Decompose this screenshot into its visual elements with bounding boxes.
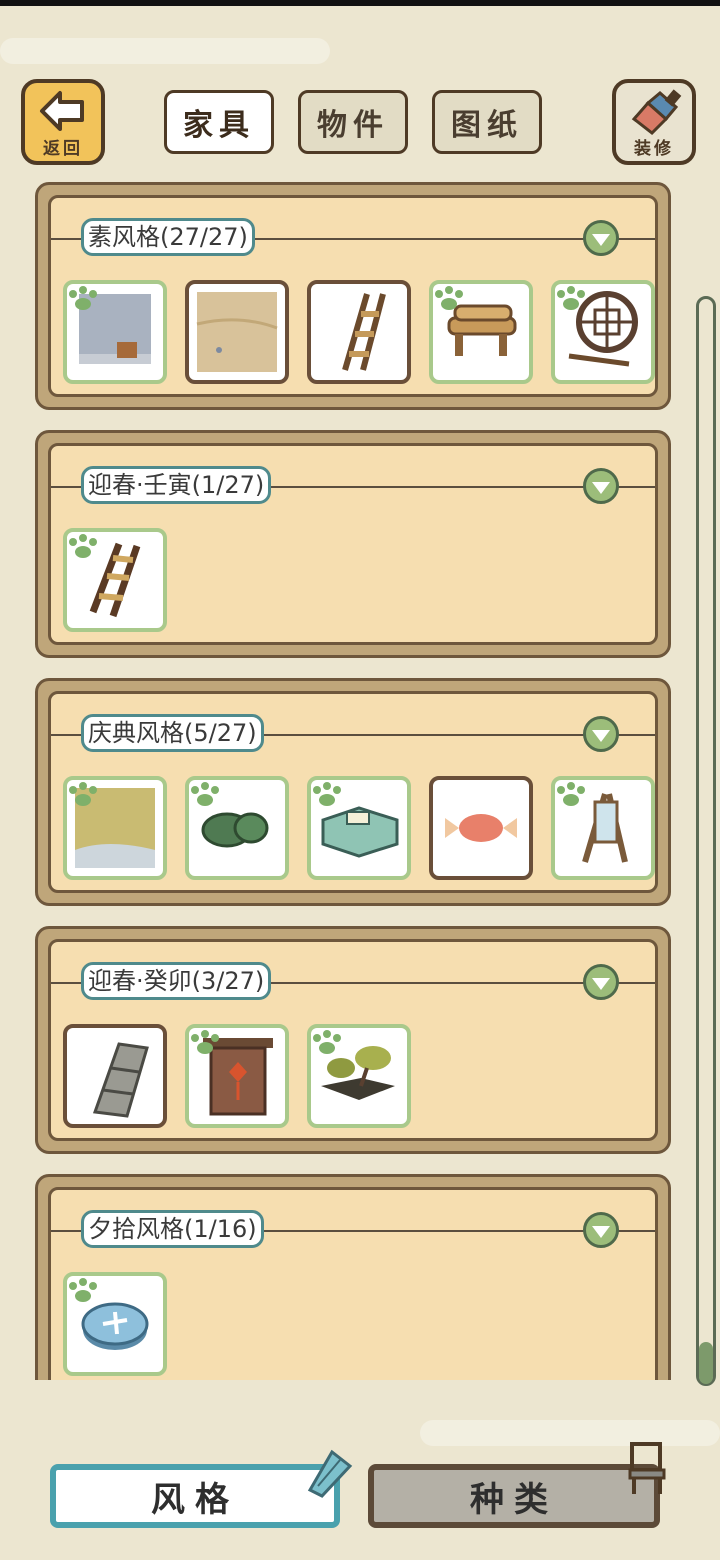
furniture-item[interactable] [185,776,289,880]
collapse-toggle-icon[interactable] [583,1212,619,1248]
furniture-item[interactable] [63,1024,167,1128]
back-label: 返回 [43,139,83,159]
category-title: 庆典风格(5/27) [81,714,264,752]
category-title: 素风格(27/27) [81,218,255,256]
paw-icon [435,286,463,310]
decorate-button[interactable]: 装修 [612,79,696,165]
category-list[interactable]: 素风格(27/27) 迎春·壬寅(1/27) 庆典风格(5/27) 迎春·癸卯(… [0,180,720,1380]
paw-icon [313,1030,341,1054]
collapse-toggle-icon[interactable] [583,468,619,504]
decorate-label: 装修 [634,139,674,159]
chair-icon [628,1442,666,1494]
paw-icon [69,1278,97,1302]
category-panel: 夕拾风格(1/16) [35,1174,671,1380]
category-panel: 迎春·癸卯(3/27) [35,926,671,1154]
paw-icon [313,782,341,806]
category-panel: 素风格(27/27) [35,182,671,410]
scrollbar-thumb[interactable] [699,1342,713,1384]
paw-icon [69,286,97,310]
paint-brush-icon [631,89,682,135]
furniture-item[interactable] [429,280,533,384]
bg-streak [420,1420,720,1446]
furniture-item[interactable] [551,776,655,880]
category-panel: 庆典风格(5/27) [35,678,671,906]
candy-item-icon [445,814,517,842]
scrollbar-track[interactable] [696,296,716,1386]
furniture-item[interactable] [307,1024,411,1128]
paw-icon [69,782,97,806]
stone-stairs-item-icon [92,1042,149,1118]
style-button[interactable]: 风格 [50,1464,340,1528]
furniture-item[interactable] [63,528,167,632]
bg-streak [0,38,330,64]
category-panel: 迎春·壬寅(1/27) [35,430,671,658]
back-button[interactable]: 返回 [21,79,105,165]
paw-icon [69,534,97,558]
collapse-toggle-icon[interactable] [583,964,619,1000]
furniture-item[interactable] [63,280,167,384]
furniture-item[interactable] [63,1272,167,1376]
furniture-item[interactable] [63,776,167,880]
floor-item-icon [196,292,278,372]
kind-button[interactable]: 种类 [368,1464,660,1528]
style-label: 风格 [151,1479,239,1520]
shell-icon [307,1449,353,1498]
furniture-item[interactable] [307,776,411,880]
collapse-toggle-icon[interactable] [583,716,619,752]
category-title: 夕拾风格(1/16) [81,1210,264,1248]
category-title: 迎春·癸卯(3/27) [81,962,272,1000]
kind-label: 种类 [470,1479,558,1520]
collapse-toggle-icon[interactable] [583,220,619,256]
furniture-item[interactable] [551,280,655,384]
status-strip [0,0,720,6]
paw-icon [557,782,585,806]
furniture-item[interactable] [185,280,289,384]
furniture-item[interactable] [429,776,533,880]
tab-blueprints[interactable]: 图纸 [432,90,542,154]
paw-icon [557,286,585,310]
ladder-item-icon [342,293,386,371]
furniture-item[interactable] [307,280,411,384]
back-arrow-icon [40,91,84,131]
furniture-item[interactable] [185,1024,289,1128]
tab-furniture[interactable]: 家具 [164,90,274,154]
paw-icon [191,1030,219,1054]
tab-objects[interactable]: 物件 [298,90,408,154]
paw-icon [191,782,219,806]
category-title: 迎春·壬寅(1/27) [81,466,272,504]
